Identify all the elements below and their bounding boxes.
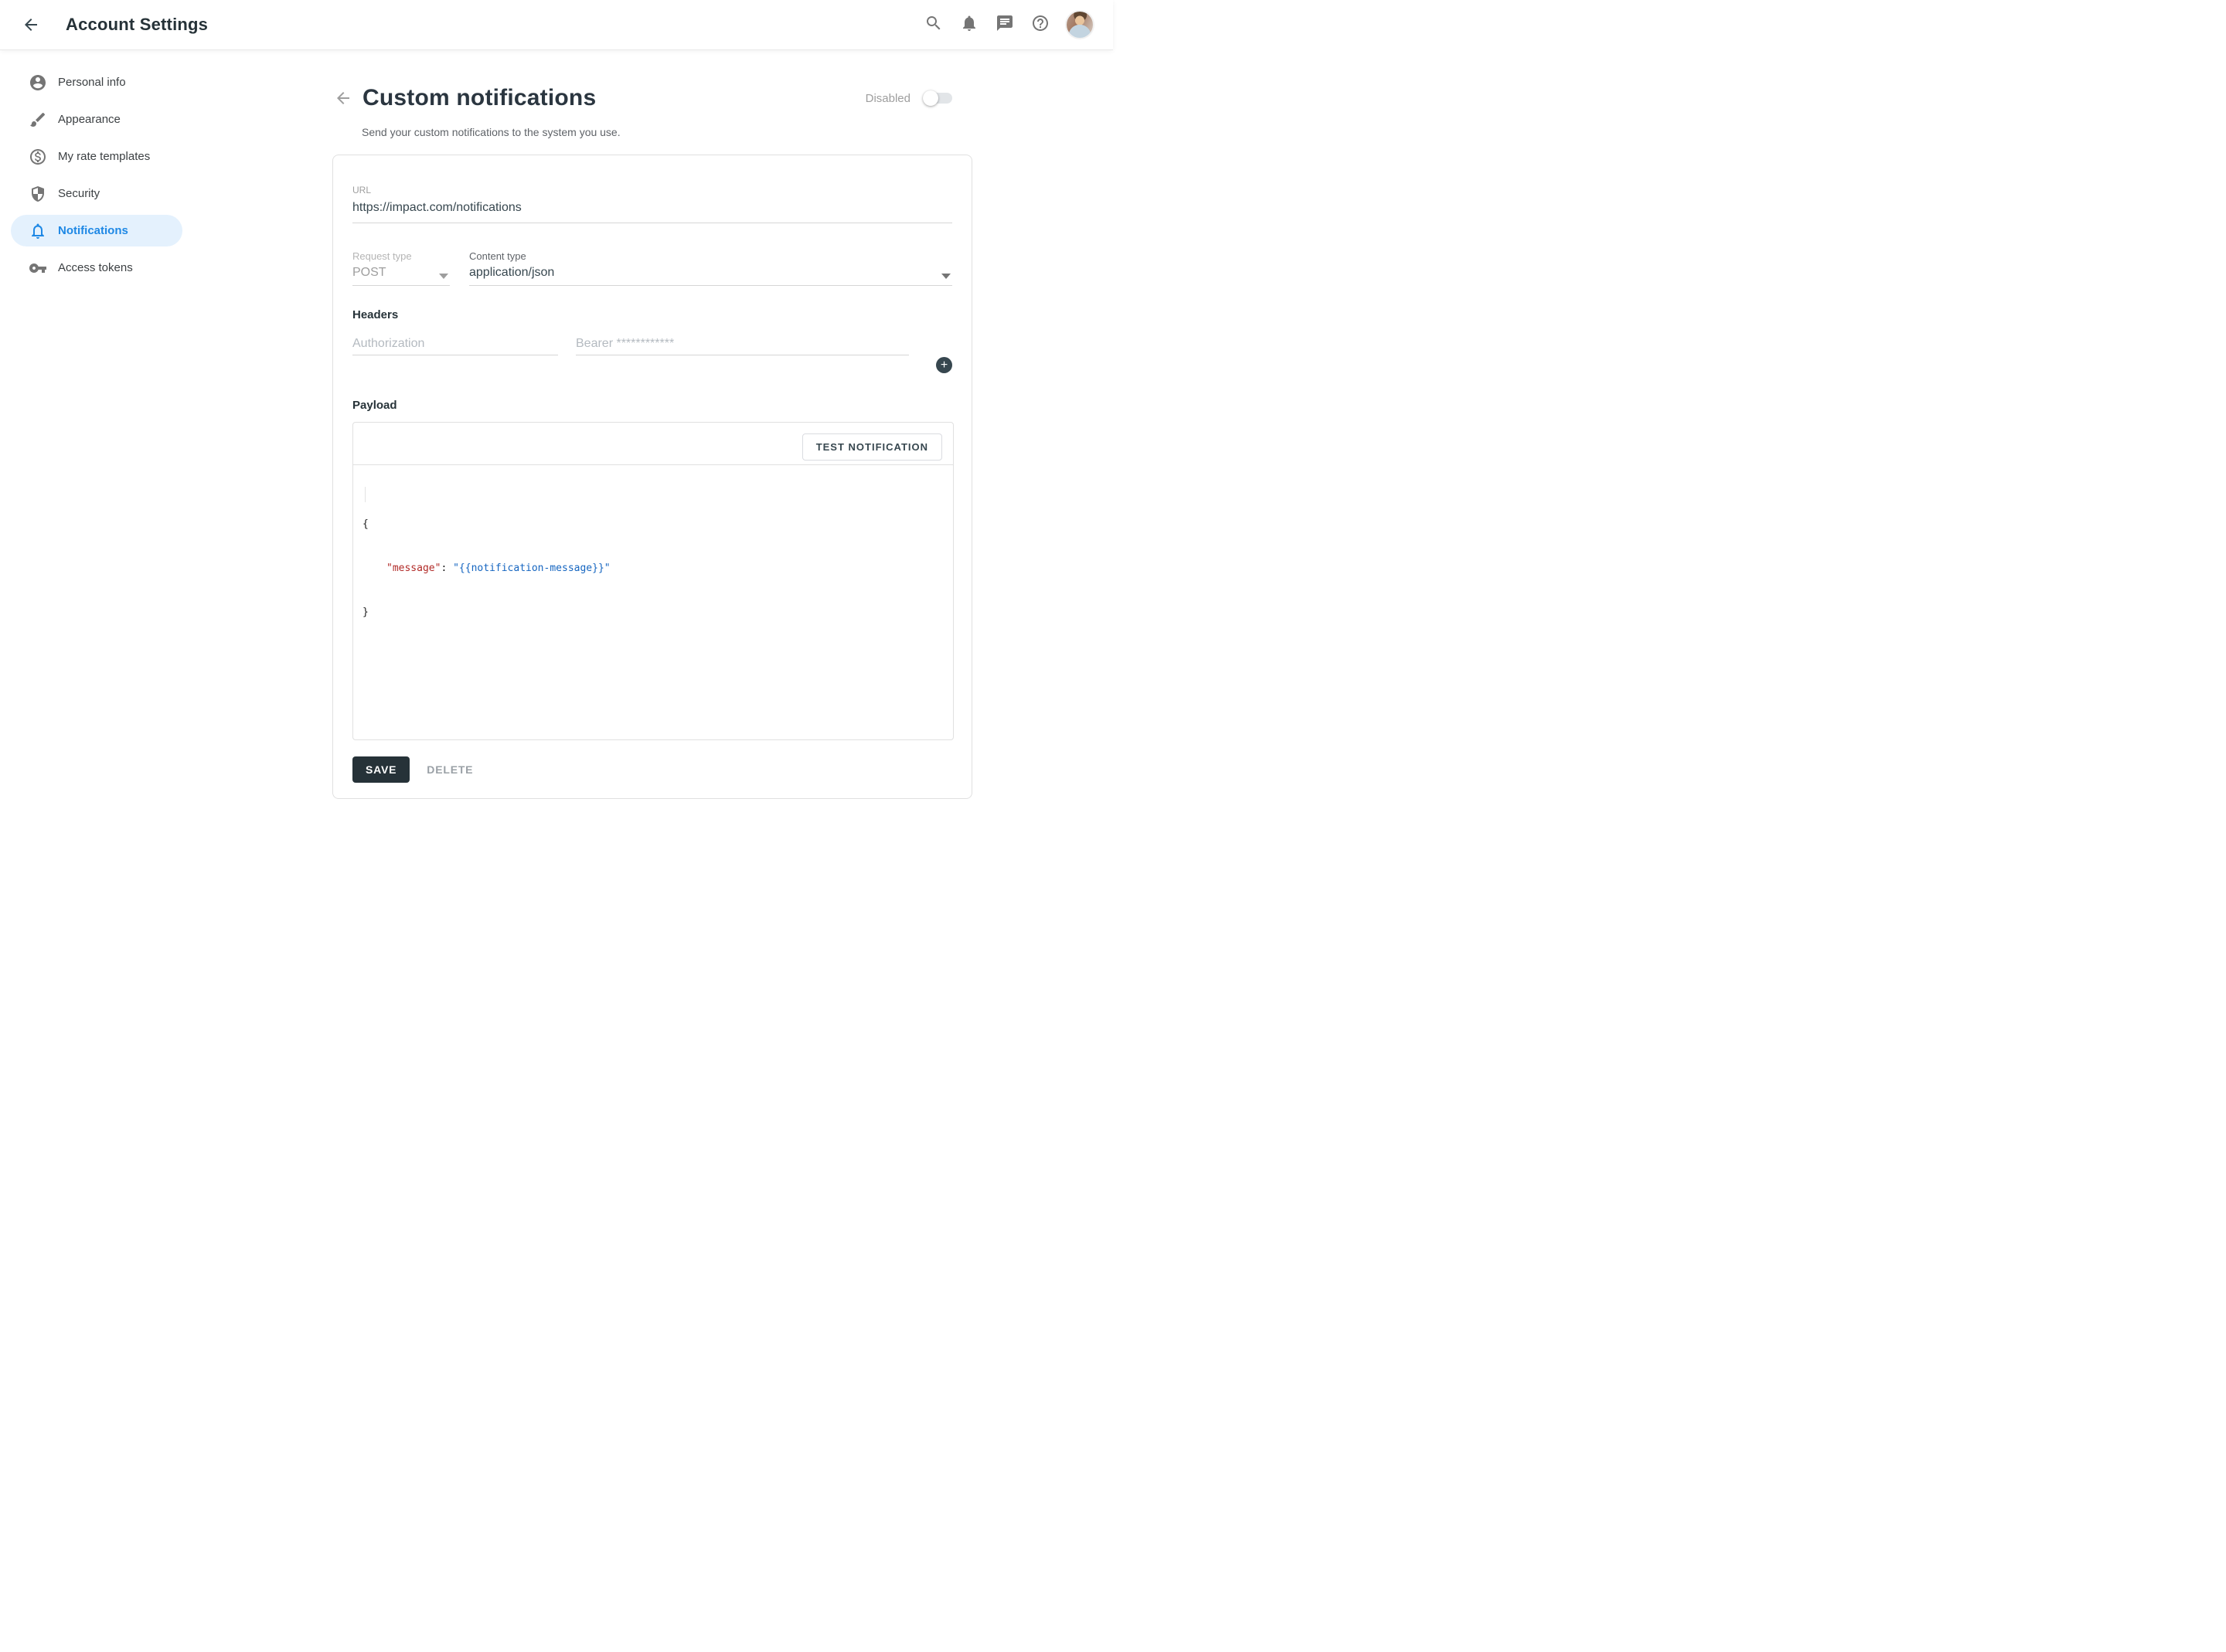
request-type-select[interactable]: Request type POST [352,250,450,286]
sidebar-item-my-rate-templates[interactable]: My rate templates [11,141,182,172]
payload-section-title: Payload [352,398,952,413]
notification-settings-card: URL https://impact.com/notifications Req… [332,155,972,799]
add-header-button[interactable]: + [936,357,952,373]
toggle-knob [923,90,938,106]
notifications-bell-icon [960,14,979,36]
sidebar-item-label: Security [58,187,100,200]
help-button[interactable] [1031,15,1050,34]
type-selects-row: Request type POST Content type applicati… [352,250,952,286]
request-type-label: Request type [352,250,450,263]
url-field-value[interactable]: https://impact.com/notifications [352,199,952,216]
sidebar-item-notifications[interactable]: Notifications [11,215,182,246]
sidebar-item-security[interactable]: Security [11,178,182,209]
notifications-button[interactable] [960,15,979,34]
settings-sidebar: Personal info Appearance My rate templat… [0,49,224,289]
payload-section: Payload TEST NOTIFICATION { "message": "… [352,398,952,740]
enable-toggle-group: Disabled [866,90,952,106]
indent-guide-line [365,487,366,502]
content-type-label: Content type [469,250,952,263]
main-content: Custom notifications Disabled Send your … [332,49,972,799]
test-notification-button[interactable]: TEST NOTIFICATION [802,433,942,461]
json-value: "{{notification-message}}" [453,563,611,574]
back-arrow-icon [334,97,352,110]
payload-editor: TEST NOTIFICATION { "message": "{{notifi… [352,422,954,740]
content-type-select[interactable]: Content type application/json [469,250,952,286]
form-actions: SAVE DELETE [352,756,952,783]
chevron-down-icon [439,274,448,279]
sidebar-item-label: Access tokens [58,261,133,274]
header-value-input[interactable] [576,332,909,355]
save-button[interactable]: SAVE [352,756,410,783]
header-name-input[interactable] [352,332,558,355]
headers-section-title: Headers [352,308,952,323]
header-actions [924,12,1093,38]
json-key: "message" [386,563,441,574]
json-separator: : [441,563,453,574]
chevron-down-icon [941,274,951,279]
messages-button[interactable] [996,15,1014,34]
help-icon [1031,14,1050,36]
page-subtitle: Send your custom notifications to the sy… [362,126,972,138]
key-icon [29,259,47,277]
code-line: } [362,605,944,620]
code-line: "message": "{{notification-message}}" [362,561,944,576]
sidebar-item-label: My rate templates [58,150,150,163]
url-field-label: URL [352,185,952,195]
sidebar-item-label: Notifications [58,224,128,237]
page-title: Custom notifications [362,85,596,111]
paintbrush-icon [29,110,47,129]
payload-toolbar: TEST NOTIFICATION [353,423,953,465]
content-type-value: application/json [469,265,952,280]
search-icon [924,14,943,36]
sidebar-item-access-tokens[interactable]: Access tokens [11,252,182,284]
sidebar-item-label: Personal info [58,76,126,89]
toggle-state-label: Disabled [866,92,910,105]
bell-icon [29,222,47,240]
sidebar-item-appearance[interactable]: Appearance [11,104,182,135]
chat-icon [996,14,1014,36]
plus-icon: + [941,359,948,372]
delete-button[interactable]: DELETE [414,756,485,783]
sidebar-item-label: Appearance [58,113,121,126]
enable-toggle-switch[interactable] [924,90,952,106]
payload-code-editor[interactable]: { "message": "{{notification-message}}" … [353,465,953,657]
header-back-button[interactable] [22,15,40,34]
code-line: { [362,517,944,532]
page-header-row: Custom notifications Disabled [332,80,972,116]
user-avatar[interactable] [1067,12,1093,38]
back-arrow-icon [22,24,40,37]
dollar-circle-icon [29,148,47,166]
page-back-button[interactable] [334,89,352,107]
person-circle-icon [29,73,47,92]
headers-section: Headers + [352,308,952,374]
app-bar: Account Settings [0,0,1113,49]
header-row [352,332,952,355]
request-type-value: POST [352,265,450,280]
app-title: Account Settings [66,15,208,35]
sidebar-item-personal-info[interactable]: Personal info [11,66,182,98]
shield-icon [29,185,47,203]
search-button[interactable] [924,15,943,34]
url-field[interactable]: URL https://impact.com/notifications [352,185,952,223]
